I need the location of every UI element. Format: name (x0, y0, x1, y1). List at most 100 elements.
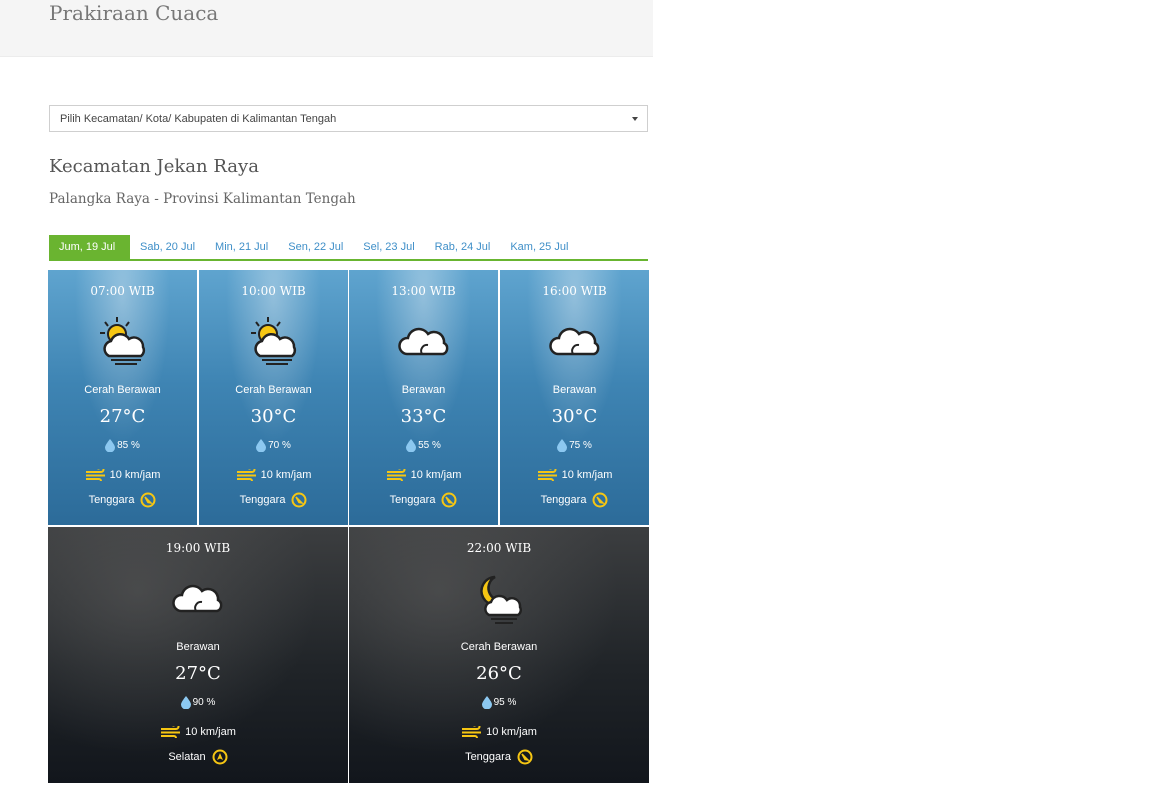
forecast-condition: Berawan (401, 384, 446, 396)
forecast-grid: 07:00 WIB Cerah Berawan 27°C 85 % 10 km/… (48, 270, 649, 783)
wind-row: 10 km/jam (500, 469, 649, 481)
humidity-row: 90 % (48, 696, 348, 709)
page-title: Prakiraan Cuaca (49, 1, 219, 25)
wind-direction-row: Tenggara (48, 492, 197, 508)
wind-direction: Tenggara (389, 494, 436, 506)
cloud-icon (548, 327, 599, 356)
humidity-row: 55 % (349, 439, 498, 452)
location-title: Kecamatan Jekan Raya (49, 156, 259, 177)
forecast-time: 07:00 WIB (90, 284, 155, 298)
forecast-card: 07:00 WIB Cerah Berawan 27°C 85 % 10 km/… (48, 270, 197, 525)
humidity-row: 70 % (199, 439, 348, 452)
forecast-time: 16:00 WIB (542, 284, 607, 298)
wind-icon (161, 726, 181, 738)
wind-direction: Tenggara (540, 494, 587, 506)
tab-day-6[interactable]: Rab, 24 Jul (425, 235, 501, 259)
forecast-condition: Berawan (176, 641, 220, 653)
humidity-value: 75 % (569, 440, 592, 451)
forecast-card: 22:00 WIB Cerah Berawan 26°C 95 % 10 km/… (349, 527, 649, 783)
forecast-temperature: 27°C (175, 663, 221, 684)
tab-day-3[interactable]: Min, 21 Jul (205, 235, 278, 259)
humidity-row: 95 % (349, 696, 649, 709)
wind-direction-row: Tenggara (500, 492, 649, 508)
wind-direction-row: Tenggara (199, 492, 348, 508)
compass-arrow-icon (441, 492, 457, 508)
compass-arrow-icon (140, 492, 156, 508)
forecast-time: 19:00 WIB (165, 541, 231, 555)
wind-icon (537, 469, 557, 481)
forecast-card: 19:00 WIB Berawan 27°C 90 % 10 km/jam Se… (48, 527, 348, 783)
location-select-value: Pilih Kecamatan/ Kota/ Kabupaten di Kali… (60, 113, 337, 125)
wind-row: 10 km/jam (349, 469, 498, 481)
forecast-temperature: 26°C (476, 663, 522, 684)
compass-arrow-up-icon (212, 749, 228, 765)
wind-speed: 10 km/jam (109, 469, 161, 481)
wind-speed: 10 km/jam (561, 469, 613, 481)
wind-direction: Tenggara (239, 494, 286, 506)
forecast-temperature: 33°C (400, 406, 447, 427)
wind-icon (386, 469, 406, 481)
tab-day-5[interactable]: Sel, 23 Jul (353, 235, 424, 259)
cloud-icon (172, 584, 223, 613)
forecast-card: 16:00 WIB Berawan 30°C 75 % 10 km/jam Te… (500, 270, 649, 525)
wind-speed: 10 km/jam (260, 469, 312, 481)
water-drop-icon (105, 439, 116, 452)
cloud-icon (397, 327, 448, 356)
wind-row: 10 km/jam (199, 469, 348, 481)
wind-direction-row: Tenggara (349, 492, 498, 508)
wind-direction: Tenggara (88, 494, 135, 506)
forecast-time: 10:00 WIB (241, 284, 306, 298)
humidity-value: 85 % (117, 440, 140, 451)
date-tabs: Jum, 19 Jul Sab, 20 Jul Min, 21 Jul Sen,… (49, 235, 648, 261)
forecast-card: 13:00 WIB Berawan 33°C 55 % 10 km/jam Te… (349, 270, 498, 525)
location-subtitle: Palangka Raya - Provinsi Kalimantan Teng… (49, 191, 356, 207)
forecast-temperature: 30°C (551, 406, 598, 427)
forecast-temperature: 27°C (99, 406, 146, 427)
wind-speed: 10 km/jam (486, 726, 537, 738)
forecast-condition: Cerah Berawan (84, 384, 161, 396)
wind-icon (462, 726, 482, 738)
wind-row: 10 km/jam (48, 726, 348, 738)
humidity-value: 95 % (493, 697, 517, 708)
page-header: Prakiraan Cuaca (0, 0, 653, 57)
partly-cloudy-sun-icon (99, 317, 145, 365)
wind-direction: Selatan (168, 751, 206, 763)
tab-day-4[interactable]: Sen, 22 Jul (278, 235, 353, 259)
humidity-row: 75 % (500, 439, 649, 452)
water-drop-icon (481, 696, 492, 709)
humidity-value: 70 % (268, 440, 291, 451)
forecast-card: 10:00 WIB Cerah Berawan 30°C 70 % 10 km/… (199, 270, 348, 525)
tab-day-7[interactable]: Kam, 25 Jul (500, 235, 578, 259)
wind-icon (85, 469, 105, 481)
forecast-condition: Cerah Berawan (235, 384, 312, 396)
humidity-value: 55 % (418, 440, 441, 451)
forecast-condition: Berawan (552, 384, 597, 396)
humidity-row: 85 % (48, 439, 197, 452)
wind-speed: 10 km/jam (410, 469, 462, 481)
tab-day-2[interactable]: Sab, 20 Jul (130, 235, 205, 259)
water-drop-icon (256, 439, 267, 452)
wind-speed: 10 km/jam (185, 726, 236, 738)
forecast-time: 22:00 WIB (466, 541, 532, 555)
compass-arrow-icon (592, 492, 608, 508)
forecast-time: 13:00 WIB (391, 284, 456, 298)
tab-day-1[interactable]: Jum, 19 Jul (49, 235, 130, 259)
water-drop-icon (180, 696, 191, 709)
wind-row: 10 km/jam (349, 726, 649, 738)
wind-row: 10 km/jam (48, 469, 197, 481)
forecast-temperature: 30°C (250, 406, 297, 427)
wind-direction: Tenggara (465, 751, 511, 763)
compass-arrow-icon (517, 749, 533, 765)
forecast-condition: Cerah Berawan (460, 641, 538, 653)
chevron-down-icon (632, 117, 638, 121)
partly-cloudy-moon-icon (480, 575, 522, 624)
location-select[interactable]: Pilih Kecamatan/ Kota/ Kabupaten di Kali… (49, 105, 648, 132)
water-drop-icon (406, 439, 417, 452)
water-drop-icon (557, 439, 568, 452)
partly-cloudy-sun-icon (250, 317, 296, 365)
wind-direction-row: Tenggara (349, 749, 649, 765)
wind-icon (236, 469, 256, 481)
wind-direction-row: Selatan (48, 749, 348, 765)
compass-arrow-icon (291, 492, 307, 508)
humidity-value: 90 % (192, 697, 216, 708)
